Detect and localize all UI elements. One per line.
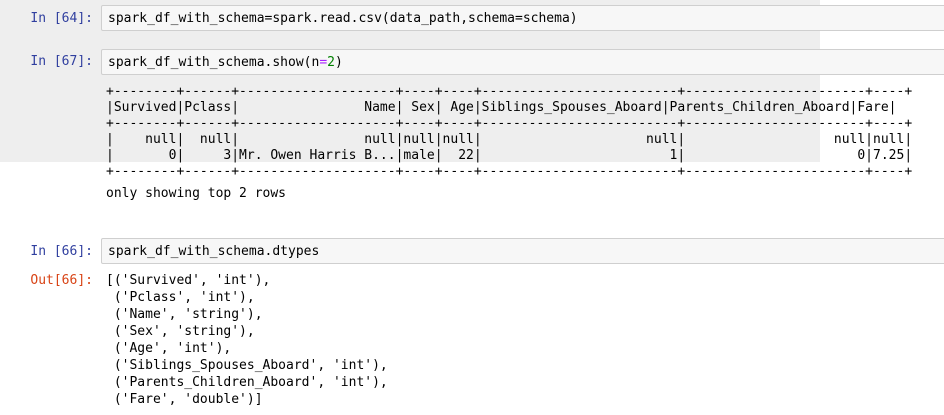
code-text: spark_df_with_schema.dtypes xyxy=(108,244,320,259)
code-text: spark_df_with_schema.show(n xyxy=(108,55,320,70)
code-operator: = xyxy=(319,55,328,70)
dtypes-output: [('Survived', 'int'), ('Pclass', 'int'),… xyxy=(106,272,388,408)
code-text: ) xyxy=(334,55,343,70)
table-line: | null| null| null|null|null| null| null… xyxy=(106,132,913,147)
code-number: 2 xyxy=(327,55,335,70)
table-line: +--------+------+--------------------+--… xyxy=(106,84,913,99)
output-prompt: Out[66]: xyxy=(30,273,93,288)
output-line: ('Fare', 'double')] xyxy=(106,392,263,407)
rows-note: only showing top 2 rows xyxy=(106,186,287,201)
table-line: |Survived|Pclass| Name| Sex| Age|Sibling… xyxy=(106,100,897,115)
input-prompt: In [67]: xyxy=(30,54,93,69)
output-line: ('Name', 'string'), xyxy=(106,307,263,322)
code-text: spark_df_with_schema=spark.read.csv(data… xyxy=(108,11,578,26)
output-line: ('Parents_Children_Aboard', 'int'), xyxy=(106,375,388,390)
output-line: ('Siblings_Spouses_Aboard', 'int'), xyxy=(106,358,388,373)
output-line: ('Sex', 'string'), xyxy=(106,324,255,339)
input-prompt: In [66]: xyxy=(30,244,93,259)
code-input[interactable]: spark_df_with_schema.show(n=2) xyxy=(101,49,944,75)
output-line: ('Age', 'int'), xyxy=(106,341,232,356)
code-input[interactable]: spark_df_with_schema=spark.read.csv(data… xyxy=(101,5,944,31)
output-line: [('Survived', 'int'), xyxy=(106,273,271,288)
code-input[interactable]: spark_df_with_schema.dtypes xyxy=(101,238,944,264)
table-line: +--------+------+--------------------+--… xyxy=(106,116,913,131)
output-line: ('Pclass', 'int'), xyxy=(106,290,255,305)
table-line: +--------+------+--------------------+--… xyxy=(106,164,913,179)
input-prompt: In [64]: xyxy=(30,11,93,26)
show-table-output: +--------+------+--------------------+--… xyxy=(106,84,912,180)
table-line: | 0| 3|Mr. Owen Harris B...|male| 22| 1|… xyxy=(106,148,913,163)
